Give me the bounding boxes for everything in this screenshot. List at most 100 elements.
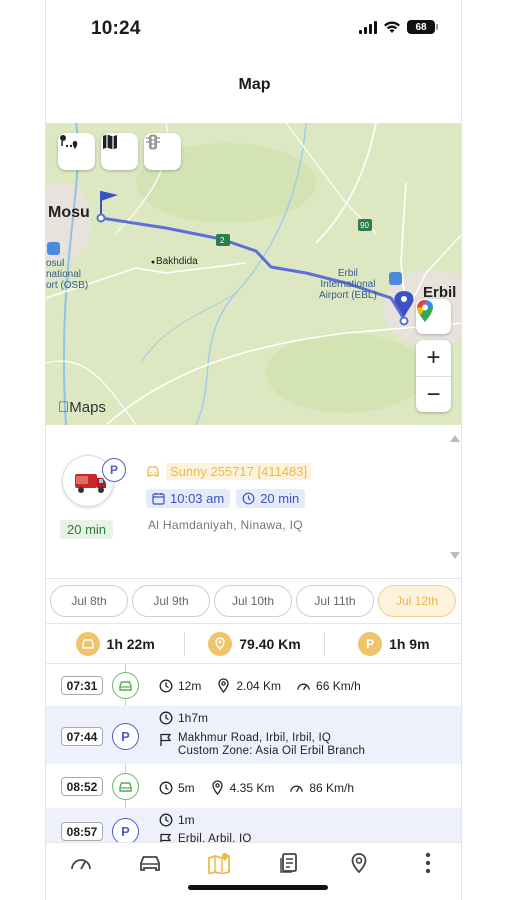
- total-distance: 79.40 Km: [239, 635, 301, 652]
- date-pill-jul-9[interactable]: Jul 9th: [132, 585, 210, 617]
- tab-more[interactable]: [413, 851, 443, 875]
- route-points-button[interactable]: [58, 133, 95, 170]
- trip-distance: 2.04 Km: [236, 678, 282, 693]
- timeline-row[interactable]: 08:52 5m 4.35 Km 86 Km/h: [46, 764, 461, 808]
- start-time: 10:03 am: [170, 491, 225, 506]
- tab-reports[interactable]: [274, 851, 304, 875]
- parking-icon: P: [358, 631, 383, 656]
- bottom-tab-bar: [46, 842, 461, 900]
- location-pin-icon: [351, 853, 367, 874]
- route-points-icon: [60, 135, 78, 149]
- road-shield-2: 2: [220, 236, 225, 245]
- trip-duration: 12m: [178, 678, 202, 693]
- tab-locations[interactable]: [344, 851, 374, 875]
- traffic-light-icon: [146, 134, 160, 150]
- map-label-erbil-airport: Erbil International Airport (EBL): [319, 268, 377, 301]
- timeline-row[interactable]: 07:44 P 1h7m Makhmur Road, Irbil, Irbil,…: [46, 706, 461, 764]
- map-icon: [207, 853, 230, 874]
- clock-icon: [158, 812, 173, 827]
- cellular-signal-icon: [359, 20, 377, 34]
- timeline-time: 08:57: [61, 822, 103, 841]
- phone-screen: 10:24 68 Map Mosu osul national ort (OSB…: [45, 0, 462, 900]
- tab-map[interactable]: [205, 851, 235, 875]
- location-pin-icon: [216, 678, 231, 693]
- elapsed-time: 20 min: [260, 491, 300, 506]
- battery-icon: 68: [407, 20, 438, 34]
- vehicle-address: Al Hamdaniyah, Ninawa, IQ: [148, 518, 303, 532]
- distance-summary: 79.40 Km: [184, 631, 323, 656]
- map-label-bakhdida: Bakhdida: [156, 256, 198, 267]
- parking-status-badge: P: [102, 458, 126, 482]
- parking-badge: P: [112, 723, 139, 750]
- clock-icon: [158, 780, 173, 795]
- parked-time-summary: P 1h 9m: [323, 631, 461, 656]
- moving-car-icon: [112, 773, 139, 800]
- vehicle-name: Sunny 255717 [411483]: [166, 463, 312, 480]
- speedometer-icon: [296, 678, 311, 693]
- custom-zone: Custom Zone: Asia Oil Erbil Branch: [178, 745, 366, 757]
- date-selector: Jul 8th Jul 9th Jul 10th Jul 11th Jul 12…: [46, 578, 461, 624]
- flag-icon: [158, 732, 173, 747]
- timeline-row[interactable]: 07:31 12m 2.04 Km 66 Km/h: [46, 664, 461, 706]
- moving-car-icon: [112, 672, 139, 699]
- trip-speed: 66 Km/h: [316, 678, 361, 693]
- car-icon: [147, 466, 159, 477]
- map-label-mosul: Mosu: [48, 204, 90, 221]
- date-pill-jul-10[interactable]: Jul 10th: [214, 585, 292, 617]
- map-view[interactable]: Mosu osul national ort (OSB) Bakhdida Er…: [46, 123, 461, 425]
- more-icon: [426, 852, 431, 874]
- date-pill-jul-11[interactable]: Jul 11th: [296, 585, 374, 617]
- parked-address: Erbil, Arbil, IQ: [178, 833, 252, 842]
- clock-icon: [158, 678, 173, 693]
- zoom-controls: + −: [416, 340, 451, 412]
- status-time: 10:24: [91, 18, 141, 39]
- speedometer-icon: [289, 780, 304, 795]
- maps-attribution[interactable]: Maps: [58, 399, 106, 416]
- trip-speed: 86 Km/h: [309, 780, 355, 795]
- timeline-time: 07:44: [61, 727, 103, 746]
- route-pin-icon: [208, 631, 233, 656]
- zoom-in-button[interactable]: +: [416, 340, 451, 376]
- clock-icon: [242, 492, 255, 505]
- parking-badge: P: [112, 818, 139, 842]
- scroll-down-arrow-icon[interactable]: [450, 552, 460, 559]
- vehicle-info-panel: P 20 min Sunny 255717 [411483] 10:03 am: [46, 425, 461, 578]
- drive-time: 1h 22m: [106, 635, 155, 652]
- timeline-time: 08:52: [61, 777, 103, 796]
- calendar-clock-icon: [152, 493, 165, 505]
- status-bar: 10:24 68: [46, 0, 461, 56]
- map-type-button[interactable]: [101, 133, 138, 170]
- trip-duration: 5m: [178, 780, 195, 795]
- parked-duration: 1m: [178, 812, 195, 827]
- tab-dashboard[interactable]: [66, 851, 96, 875]
- zoom-out-button[interactable]: −: [416, 376, 451, 412]
- status-duration: 20 min: [60, 520, 114, 539]
- parked-time: 1h 9m: [389, 635, 430, 652]
- location-pin-icon: [210, 780, 225, 795]
- parked-address: Makhmur Road, Irbil, Irbil, IQ: [178, 732, 331, 744]
- car-icon: [140, 856, 161, 871]
- parked-duration: 1h7m: [178, 710, 209, 725]
- google-maps-icon: [417, 300, 433, 322]
- date-pill-jul-12[interactable]: Jul 12th: [378, 585, 456, 617]
- trip-summary: 1h 22m 79.40 Km P 1h 9m: [46, 624, 461, 664]
- date-pill-jul-8[interactable]: Jul 8th: [50, 585, 128, 617]
- page-title: Map: [238, 76, 271, 93]
- home-indicator[interactable]: [188, 885, 328, 890]
- vehicle-name-row: Sunny 255717 [411483]: [146, 463, 312, 480]
- flag-icon: [158, 832, 173, 842]
- tab-vehicles[interactable]: [135, 851, 165, 875]
- google-maps-button[interactable]: [416, 299, 451, 334]
- road-shield-90: 90: [360, 221, 369, 230]
- traffic-button[interactable]: [144, 133, 181, 170]
- map-label-mosul-airport: osul national ort (OSB): [46, 258, 89, 291]
- clock-icon: [158, 710, 173, 725]
- wifi-icon: [384, 21, 400, 33]
- drive-time-summary: 1h 22m: [46, 631, 184, 656]
- scroll-up-arrow-icon[interactable]: [450, 435, 460, 442]
- timeline-time: 07:31: [61, 676, 103, 695]
- trip-distance: 4.35 Km: [229, 780, 275, 795]
- car-icon: [75, 631, 100, 656]
- timeline-row[interactable]: 08:57 P 1m Erbil, Arbil, IQ: [46, 808, 461, 842]
- trip-timeline: 07:31 12m 2.04 Km 66 Km/h 07:44 P 1h7m M…: [46, 664, 461, 842]
